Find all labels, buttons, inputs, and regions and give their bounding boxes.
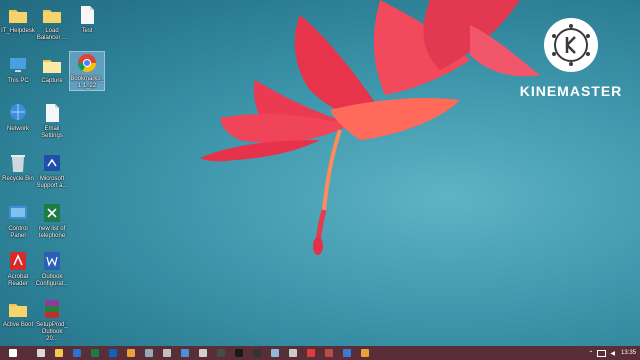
document-icon: [81, 6, 94, 24]
taskbar-button[interactable]: [304, 347, 318, 359]
folder-icon: [43, 10, 61, 23]
powershell-icon: [73, 349, 81, 357]
speaker-icon[interactable]: ◀: [610, 350, 615, 357]
taskbar-button[interactable]: [232, 347, 246, 359]
desktop-icon-microsoft-support[interactable]: Microsoft Support a...: [35, 152, 69, 190]
taskbar-button[interactable]: [268, 347, 282, 359]
notepad-icon: [271, 349, 279, 357]
folder-icon: [9, 10, 27, 23]
desktop-icon-outlook-config[interactable]: Outlook Configurat...: [35, 250, 69, 288]
desktop-icon-label: Control Panel: [8, 226, 28, 239]
word-icon: [44, 252, 60, 270]
app-icon: [289, 349, 297, 357]
app-icon: [253, 349, 261, 357]
desktop-icon-label: Bookmarks_1 1_22: [70, 76, 104, 89]
computer-icon: [10, 58, 26, 72]
taskbar-button[interactable]: [70, 347, 84, 359]
taskbar-button[interactable]: [52, 347, 66, 359]
taskbar-button[interactable]: [160, 347, 174, 359]
desktop-icon-acrobat-reader[interactable]: Acrobat Reader: [1, 250, 35, 288]
kinemaster-watermark: KINEMASTER: [516, 16, 626, 99]
taskbar-button[interactable]: [214, 347, 228, 359]
chrome-icon: [361, 349, 369, 357]
desktop-icon-control-panel[interactable]: Control Panel: [1, 202, 35, 240]
kinemaster-watermark-text: KINEMASTER: [519, 83, 623, 99]
desktop-icon-label: This PC: [7, 78, 29, 84]
taskbar-button[interactable]: [34, 347, 48, 359]
app-icon: [325, 349, 333, 357]
desktop-icon-label: Active Boot: [2, 322, 34, 328]
desktop-icon-this-pc[interactable]: This PC: [1, 54, 35, 85]
desktop-icon-label: Load Balancer ...: [36, 28, 68, 41]
outlook-icon: [109, 349, 117, 357]
desktop-icon-label: Outlook Configurat...: [35, 274, 69, 287]
desktop-icon-label: Microsoft Support a...: [36, 176, 68, 189]
taskbar-buttons: [0, 347, 372, 359]
flower-illustration: [200, 0, 540, 255]
desktop-icon-label: new list of telephone: [38, 226, 66, 239]
control-panel-icon: [9, 206, 27, 219]
app-icon: [145, 349, 153, 357]
task-view-icon: [37, 349, 45, 357]
folder-icon: [43, 60, 61, 73]
desktop-icon-active-boot[interactable]: Active Boot: [1, 298, 35, 329]
taskbar-button[interactable]: [124, 347, 138, 359]
desktop-icon-test[interactable]: Test: [70, 4, 104, 35]
desktop-icon-capture[interactable]: Capture: [35, 54, 69, 85]
microsoft-support-icon: [44, 155, 60, 171]
network-icon: [10, 104, 26, 120]
desktop-icon-bookmarks[interactable]: Bookmarks_1 1_22: [69, 51, 105, 91]
taskbar-button[interactable]: [196, 347, 210, 359]
excel-icon: [91, 349, 99, 357]
taskbar-button[interactable]: [250, 347, 264, 359]
file-explorer-icon: [55, 349, 63, 357]
desktop-icon-label: Acrobat Reader: [7, 274, 29, 287]
record-icon: [307, 349, 315, 357]
browser-icon: [163, 349, 171, 357]
desktop-icon-load-balancer[interactable]: Load Balancer ...: [35, 4, 69, 42]
taskbar-button[interactable]: [286, 347, 300, 359]
desktop-icon-label: IT_Helpdesk: [1, 28, 35, 34]
edge-icon: [343, 349, 351, 357]
kinemaster-logo-icon: [544, 18, 598, 72]
taskbar-button[interactable]: [142, 347, 156, 359]
desktop-icon-label: SetupProd_ Outlook 20...: [36, 322, 68, 342]
taskbar-button[interactable]: [6, 347, 20, 359]
document-icon: [46, 104, 59, 122]
desktop-icon-it-helpdesk[interactable]: IT_Helpdesk: [1, 4, 35, 35]
desktop-icon-email-settings[interactable]: Email Settings: [35, 102, 69, 140]
taskbar-button[interactable]: [178, 347, 192, 359]
monitor-icon[interactable]: [597, 349, 607, 357]
system-tray: ⌃ ◀ 13:35: [588, 346, 636, 360]
terminal-icon: [235, 349, 243, 357]
taskbar-clock[interactable]: 13:35: [621, 350, 636, 356]
excel-icon: [44, 204, 60, 222]
acrobat-icon: [10, 252, 26, 270]
chrome-icon: [78, 54, 96, 73]
taskbar-button[interactable]: [88, 347, 102, 359]
desktop-icon-setupprod-outlook[interactable]: SetupProd_ Outlook 20...: [35, 298, 69, 343]
taskbar-button[interactable]: [340, 347, 354, 359]
desktop-icon-network[interactable]: Network: [1, 102, 35, 133]
remote-desktop-icon: [181, 349, 189, 357]
chrome-icon: [127, 349, 135, 357]
taskbar: ⌃ ◀ 13:35: [0, 346, 640, 360]
app-icon: [199, 349, 207, 357]
desktop-icon-telephone-list[interactable]: new list of telephone: [35, 202, 69, 240]
taskbar-button[interactable]: [358, 347, 372, 359]
app-icon: [217, 349, 225, 357]
taskbar-button[interactable]: [106, 347, 120, 359]
desktop-icon-label: Email Settings: [41, 126, 63, 139]
desktop-icon-label: Capture: [41, 78, 63, 84]
desktop-icon-label: Recycle Bin: [2, 176, 34, 182]
chevron-up-icon[interactable]: ⌃: [588, 350, 593, 357]
recycle-bin-icon: [11, 155, 25, 172]
start-icon: [9, 349, 17, 357]
taskbar-button[interactable]: [322, 347, 336, 359]
desktop-icon-label: Network: [6, 126, 29, 132]
folder-icon: [9, 304, 27, 317]
desktop-icon-recycle-bin[interactable]: Recycle Bin: [1, 152, 35, 183]
desktop-icon-label: Test: [81, 28, 93, 34]
winrar-icon: [45, 300, 59, 318]
